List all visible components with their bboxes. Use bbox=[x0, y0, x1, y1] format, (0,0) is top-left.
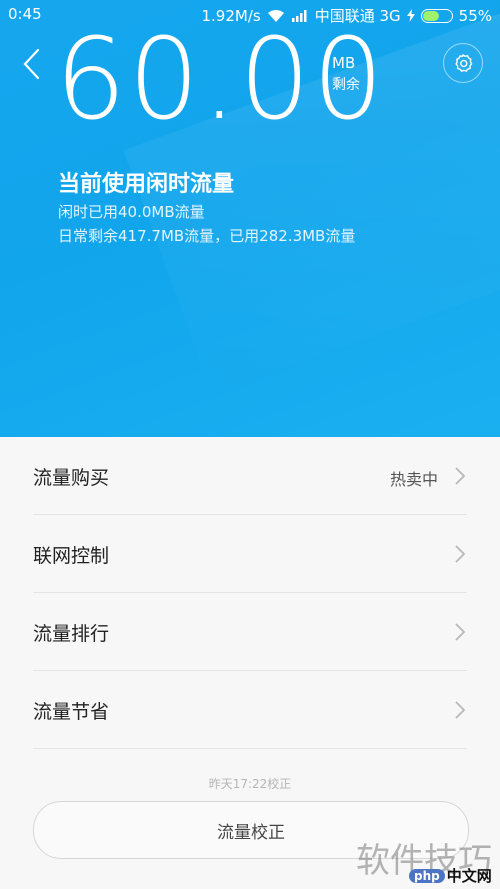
remaining-unit: MB bbox=[332, 54, 356, 72]
watermark-badge: php 中文网 bbox=[409, 865, 492, 886]
menu-item-badge: 热卖中 bbox=[389, 470, 438, 489]
daily-summary-text: 日常剩余417.7MB流量，已用282.3MB流量 bbox=[58, 227, 356, 245]
watermark-cn: 中文网 bbox=[446, 867, 492, 885]
battery-percent: 55% bbox=[458, 6, 492, 25]
chevron-right-icon bbox=[455, 623, 466, 641]
divider bbox=[33, 748, 467, 749]
menu-item-network-control[interactable]: 联网控制 bbox=[0, 515, 500, 593]
menu-item-label: 流量购买 bbox=[33, 467, 110, 489]
watermark-php: php bbox=[409, 868, 445, 883]
chevron-right-icon bbox=[455, 545, 466, 563]
chevron-right-icon bbox=[455, 467, 466, 485]
settings-button[interactable] bbox=[443, 43, 483, 83]
chevron-left-icon bbox=[23, 48, 40, 80]
battery-level bbox=[422, 10, 440, 21]
header-panel: 0:45 1.92M/s 中国联通 3G 55% 60.00 MB 剩余 当前使… bbox=[0, 0, 500, 437]
calibration-time: 昨天17:22校正 bbox=[208, 777, 292, 791]
menu-item-label: 流量节省 bbox=[33, 701, 110, 723]
back-button[interactable] bbox=[18, 44, 48, 84]
menu-item-ranking[interactable]: 流量排行 bbox=[0, 593, 500, 671]
gear-icon bbox=[455, 54, 473, 72]
battery-icon bbox=[420, 8, 453, 23]
menu-item-purchase[interactable]: 流量购买 热卖中 bbox=[0, 437, 500, 515]
status-time: 0:45 bbox=[8, 5, 42, 23]
chevron-right-icon bbox=[455, 701, 466, 719]
menu-item-label: 联网控制 bbox=[33, 545, 110, 567]
menu-item-saving[interactable]: 流量节省 bbox=[0, 671, 500, 749]
charging-icon bbox=[406, 9, 415, 22]
idle-usage-text: 闲时已用40.0MB流量 bbox=[58, 203, 205, 221]
menu-item-label: 流量排行 bbox=[33, 623, 110, 645]
menu-list: 流量购买 热卖中 联网控制 流量排行 流量节省 bbox=[0, 437, 500, 749]
usage-status-title: 当前使用闲时流量 bbox=[58, 172, 235, 197]
remaining-label: 剩余 bbox=[332, 77, 360, 93]
